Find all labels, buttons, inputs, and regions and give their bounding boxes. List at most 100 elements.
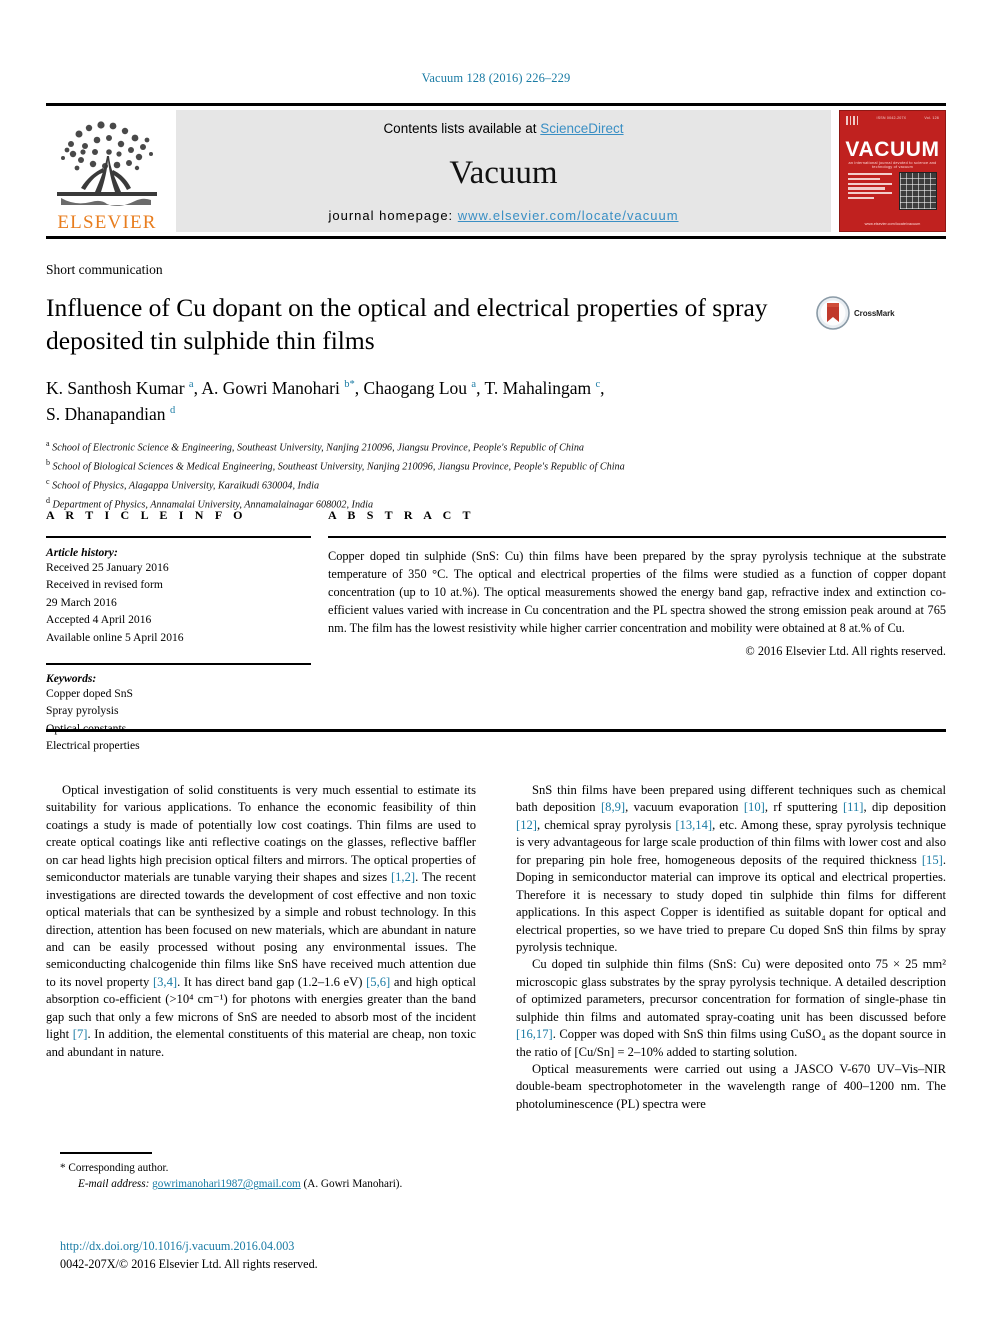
citation-link[interactable]: [8,9]: [601, 800, 625, 814]
page-title: Influence of Cu dopant on the optical an…: [46, 293, 768, 355]
body-text: . In addition, the elemental constituent…: [46, 1027, 476, 1059]
affiliation-text: School of Electronic Science & Engineeri…: [52, 442, 585, 454]
body-text: . The recent investigations are directed…: [46, 870, 476, 989]
body-text: Optical investigation of solid constitue…: [46, 783, 476, 885]
cover-volume-text: Vol. 128: [924, 116, 939, 120]
cover-subtitle: an international journal devoted to scie…: [848, 161, 937, 169]
affiliation-item: a School of Electronic Science & Enginee…: [46, 438, 946, 457]
abstract-text: Copper doped tin sulphide (SnS: Cu) thin…: [328, 549, 946, 636]
abstract-rule: [328, 536, 946, 538]
article-history-item: Received in revised form: [46, 578, 163, 592]
citation-link[interactable]: [13,14]: [675, 818, 712, 832]
elsevier-wordmark: ELSEVIER: [57, 212, 157, 233]
doi-link[interactable]: http://dx.doi.org/10.1016/j.vacuum.2016.…: [60, 1238, 560, 1256]
article-history-item: Available online 5 April 2016: [46, 630, 184, 644]
crossmark-label: CrossMark: [854, 308, 895, 318]
body-column-left: Optical investigation of solid constitue…: [46, 782, 476, 1113]
cover-footer: www.elsevier.com/locate/vacuum: [864, 222, 921, 226]
affiliation-text: School of Physics, Alagappa University, …: [52, 480, 320, 492]
corresponding-author-note: * Corresponding author.: [60, 1161, 169, 1174]
citation-link[interactable]: [16,17]: [516, 1027, 553, 1041]
body-column-right: SnS thin films have been prepared using …: [516, 782, 946, 1113]
email-link[interactable]: gowrimanohari1987@gmail.com: [152, 1178, 301, 1190]
journal-homepage-line: journal homepage: www.elsevier.com/locat…: [328, 208, 678, 223]
affiliation-mark: b: [46, 457, 50, 467]
citation-link[interactable]: [5,6]: [366, 975, 390, 989]
body-text: , rf sputtering: [764, 800, 843, 815]
article-header: Short communication Influence of Cu dopa…: [46, 262, 946, 514]
cover-barcode-icon: [846, 116, 859, 125]
cover-topbar: ISSN 0042-207X Vol. 128: [846, 116, 939, 125]
elsevier-logo: ELSEVIER: [46, 110, 168, 232]
footnote-block: * Corresponding author. E-mail address: …: [60, 1152, 460, 1193]
body-text: , vacuum evaporation: [625, 800, 744, 815]
citation-link[interactable]: [7]: [73, 1027, 88, 1041]
affiliation-item: c School of Physics, Alagappa University…: [46, 476, 946, 495]
sciencedirect-link[interactable]: ScienceDirect: [540, 121, 623, 136]
cover-editor-lines: [848, 173, 892, 202]
contents-prefix: Contents lists available at: [383, 121, 541, 136]
cover-title: VACUUM: [845, 138, 940, 161]
email-owner: (A. Gowri Manohari).: [303, 1178, 403, 1191]
body-paragraph: SnS thin films have been prepared using …: [516, 782, 946, 956]
journal-masthead: ELSEVIER Contents lists available at Sci…: [46, 103, 946, 239]
homepage-prefix: journal homepage:: [328, 208, 458, 223]
citation-link[interactable]: [10]: [744, 800, 765, 814]
article-info-rule: [46, 536, 311, 538]
crossmark-icon: [816, 296, 850, 330]
affiliation-mark: c: [46, 476, 50, 486]
affiliation-text: School of Biological Sciences & Medical …: [52, 461, 625, 473]
article-history-item: 29 March 2016: [46, 595, 117, 609]
citation-link[interactable]: [1,2]: [391, 870, 415, 884]
author-list: K. Santhosh Kumar a, A. Gowri Manohari b…: [46, 378, 605, 424]
crossmark-badge[interactable]: CrossMark: [816, 296, 895, 330]
body-paragraph: Cu doped tin sulphide thin films (SnS: C…: [516, 956, 946, 1061]
body-paragraph: Optical investigation of solid constitue…: [46, 782, 476, 1061]
body-paragraph: Optical measurements were carried out us…: [516, 1061, 946, 1113]
running-head: Vacuum 128 (2016) 226–229: [421, 71, 571, 85]
citation-link[interactable]: [15]: [922, 853, 943, 867]
email-note: E-mail address: gowrimanohari1987@gmail.…: [60, 1176, 460, 1193]
abstract-copyright: © 2016 Elsevier Ltd. All rights reserved…: [745, 644, 946, 659]
citation-link[interactable]: [3,4]: [153, 975, 177, 989]
keywords-block: Keywords: Copper doped SnS Spray pyrolys…: [46, 662, 311, 755]
body-text: Optical measurements were carried out us…: [516, 1062, 946, 1111]
author-affil-mark: d: [169, 404, 176, 416]
journal-cover-thumbnail[interactable]: ISSN 0042-207X Vol. 128 VACUUM an intern…: [839, 110, 946, 232]
abstract-block: A B S T R A C T Copper doped tin sulphid…: [328, 508, 946, 659]
body-text: Cu doped tin sulphide thin films (SnS: C…: [516, 957, 946, 1024]
page-footer: http://dx.doi.org/10.1016/j.vacuum.2016.…: [60, 1238, 560, 1273]
elsevier-tree-icon: [57, 121, 157, 206]
article-history-item: Received 25 January 2016: [46, 561, 169, 574]
article-first-page: Vacuum 128 (2016) 226–229 ELSEVIER Conte…: [0, 0, 992, 1323]
issn-copyright-line: 0042-207X/© 2016 Elsevier Ltd. All right…: [60, 1256, 318, 1271]
cover-issn-text: ISSN 0042-207X: [876, 116, 907, 120]
body-text: . Copper was doped with SnS thin films u…: [516, 1027, 946, 1059]
article-info-block: A R T I C L E I N F O Article history: R…: [46, 508, 311, 755]
body-text: , chemical spray pyrolysis: [536, 817, 676, 832]
author-affil-mark: c: [595, 379, 601, 391]
journal-title: Vacuum: [449, 154, 558, 191]
citation-link[interactable]: [12]: [516, 818, 537, 832]
affiliation-mark: d: [46, 495, 50, 505]
citation-link[interactable]: [11]: [843, 800, 864, 814]
journal-homepage-link[interactable]: www.elsevier.com/locate/vacuum: [458, 208, 679, 223]
author-affil-mark: a: [188, 379, 194, 391]
contents-line: Contents lists available at ScienceDirec…: [383, 121, 623, 136]
keywords-rule: [46, 662, 311, 665]
keyword-item: Copper doped SnS: [46, 686, 133, 700]
affiliation-item: b School of Biological Sciences & Medica…: [46, 457, 946, 476]
keyword-item: Spray pyrolysis: [46, 704, 119, 718]
body-text: , dip deposition: [863, 800, 947, 815]
masthead-top-rule: [46, 103, 946, 106]
keyword-item: Electrical properties: [46, 739, 140, 753]
cover-artwork-icon: [899, 172, 937, 210]
abstract-heading: A B S T R A C T: [328, 508, 475, 522]
affiliation-list: a School of Electronic Science & Enginee…: [46, 438, 946, 514]
body-separator-rule: [46, 729, 946, 732]
keywords-label: Keywords:: [46, 671, 97, 685]
article-info-heading: A R T I C L E I N F O: [46, 508, 247, 522]
body-text: . Doping in semiconductor material can i…: [516, 852, 946, 954]
body-columns: Optical investigation of solid constitue…: [46, 782, 946, 1113]
body-text: . It has direct band gap (1.2–1.6 eV): [177, 974, 367, 989]
